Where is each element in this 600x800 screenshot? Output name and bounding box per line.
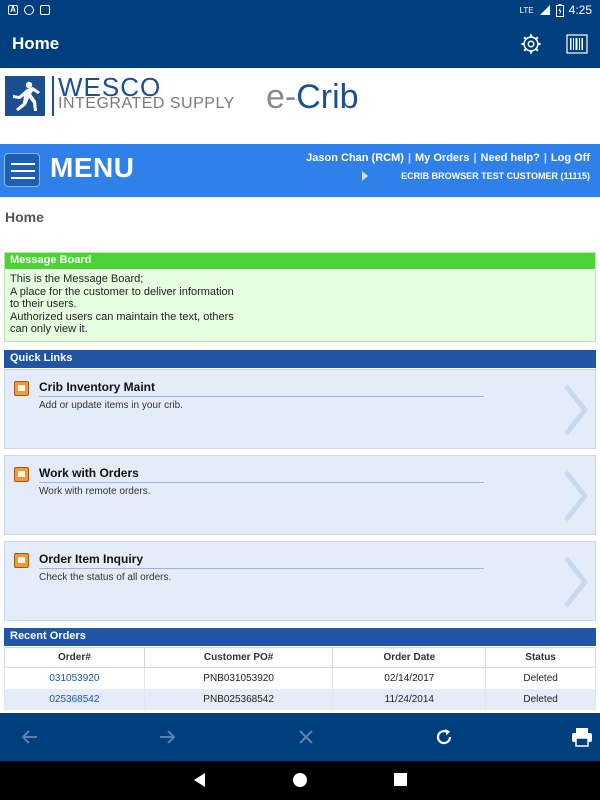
- app-bar: Home: [0, 20, 600, 68]
- quick-link-title: Work with Orders: [39, 466, 139, 480]
- divider: [39, 568, 484, 569]
- product-name: Crib: [296, 78, 359, 116]
- message-line: Authorized users can maintain the text, …: [10, 310, 234, 323]
- hamburger-line: [11, 163, 35, 165]
- clock: 4:25: [568, 3, 592, 17]
- notification-a-icon: A: [8, 5, 18, 15]
- nav-home-icon[interactable]: [292, 772, 308, 788]
- separator: |: [473, 152, 477, 164]
- chevron-right-icon: [564, 470, 588, 522]
- brand-header: WESCO INTEGRATED SUPPLY e-Crib: [0, 68, 600, 144]
- edit-icon: [14, 381, 29, 396]
- nav-back-icon[interactable]: [192, 772, 208, 788]
- chevron-right-icon: [564, 384, 588, 436]
- order-date: 02/14/2017: [332, 667, 487, 689]
- order-status: Deleted: [485, 688, 596, 710]
- quick-link-desc: Add or update items in your crib.: [39, 400, 183, 411]
- printer-icon: [572, 728, 592, 747]
- refresh-icon: [436, 729, 452, 745]
- customer-name[interactable]: ECRIB BROWSER TEST CUSTOMER (11115): [401, 171, 590, 181]
- company-subtitle: INTEGRATED SUPPLY: [58, 95, 235, 112]
- log-off-link[interactable]: Log Off: [551, 152, 590, 164]
- quick-link-desc: Check the status of all orders.: [39, 572, 172, 583]
- notification-circle-icon: [24, 5, 34, 15]
- column-header[interactable]: Status: [485, 647, 596, 668]
- logo-divider: [52, 76, 54, 116]
- order-number-link[interactable]: 031053920: [4, 667, 145, 689]
- user-links: Jason Chan (RCM) | My Orders | Need help…: [306, 152, 590, 164]
- signal-icon: [539, 5, 550, 15]
- recent-orders-table: Order# Customer PO# Order Date Status 03…: [4, 647, 596, 710]
- edit-icon: [14, 467, 29, 482]
- menu-label[interactable]: MENU: [50, 152, 134, 184]
- battery-icon: [555, 3, 564, 17]
- table-row[interactable]: 031053920 PNB031053920 02/14/2017 Delete…: [4, 667, 596, 689]
- order-number-link[interactable]: 025368542: [4, 688, 145, 710]
- print-button[interactable]: [570, 725, 594, 749]
- message-line: This is the Message Board;: [10, 273, 144, 285]
- table-header-row: Order# Customer PO# Order Date Status: [4, 647, 596, 668]
- sd-card-icon: [40, 5, 50, 15]
- table-row[interactable]: 025368542 PNB025368542 11/24/2014 Delete…: [4, 688, 596, 710]
- quick-links-header: Quick Links: [4, 350, 596, 368]
- nav-recents-icon[interactable]: [393, 772, 408, 787]
- recent-orders-header: Recent Orders: [4, 628, 596, 646]
- order-status: Deleted: [485, 667, 596, 689]
- menu-bar: MENU Jason Chan (RCM) | My Orders | Need…: [0, 144, 600, 197]
- quick-link-title: Crib Inventory Maint: [39, 380, 156, 394]
- message-line: to their users.: [10, 298, 77, 310]
- hamburger-menu-button[interactable]: [4, 153, 40, 187]
- product-logo: e-Crib: [266, 78, 359, 117]
- column-header[interactable]: Customer PO#: [143, 647, 334, 668]
- need-help-link[interactable]: Need help?: [481, 152, 540, 164]
- quick-link-crib-inventory[interactable]: Crib Inventory Maint Add or update items…: [4, 369, 596, 449]
- network-type: LTE: [519, 5, 534, 15]
- quick-link-order-inquiry[interactable]: Order Item Inquiry Check the status of a…: [4, 541, 596, 621]
- hamburger-line: [11, 170, 35, 172]
- quick-link-work-orders[interactable]: Work with Orders Work with remote orders…: [4, 455, 596, 535]
- message-line: A place for the customer to deliver info…: [10, 285, 234, 298]
- message-board: Message Board This is the Message Board;…: [4, 252, 596, 342]
- quick-link-title: Order Item Inquiry: [39, 552, 144, 566]
- message-board-header: Message Board: [5, 253, 595, 269]
- column-header[interactable]: Order Date: [332, 647, 487, 668]
- user-name-link[interactable]: Jason Chan (RCM): [306, 152, 404, 164]
- arrow-left-icon: [21, 730, 37, 744]
- close-icon: [299, 730, 313, 744]
- chevron-right-icon: [564, 556, 588, 608]
- gear-icon[interactable]: [520, 33, 542, 55]
- arrow-right-icon: [160, 730, 176, 744]
- separator: |: [543, 152, 547, 164]
- system-nav-bar: [0, 761, 600, 800]
- app-title: Home: [12, 34, 60, 53]
- customer-po: PNB025368542: [143, 688, 334, 710]
- browser-toolbar: [0, 713, 600, 761]
- separator: |: [407, 152, 412, 164]
- back-button[interactable]: [18, 725, 42, 749]
- message-line: can only view it.: [10, 323, 88, 335]
- barcode-icon[interactable]: [566, 34, 588, 54]
- wesco-logo-icon: [5, 76, 45, 116]
- order-date: 11/24/2014: [332, 688, 487, 710]
- customer-po: PNB031053920: [143, 667, 334, 689]
- refresh-button[interactable]: [432, 725, 456, 749]
- quick-link-desc: Work with remote orders.: [39, 486, 151, 497]
- forward-button[interactable]: [155, 725, 179, 749]
- my-orders-link[interactable]: My Orders: [415, 152, 469, 164]
- product-prefix: e-: [266, 78, 297, 116]
- column-header[interactable]: Order#: [4, 647, 145, 668]
- divider: [39, 482, 484, 483]
- inquiry-icon: [14, 553, 29, 568]
- stop-button[interactable]: [294, 725, 318, 749]
- message-board-body: This is the Message Board; A place for t…: [5, 269, 595, 340]
- status-bar: A LTE 4:25: [0, 0, 600, 20]
- divider: [39, 396, 484, 397]
- hamburger-line: [11, 177, 35, 179]
- page-title: Home: [5, 209, 44, 225]
- customer-arrow-icon[interactable]: [362, 171, 368, 181]
